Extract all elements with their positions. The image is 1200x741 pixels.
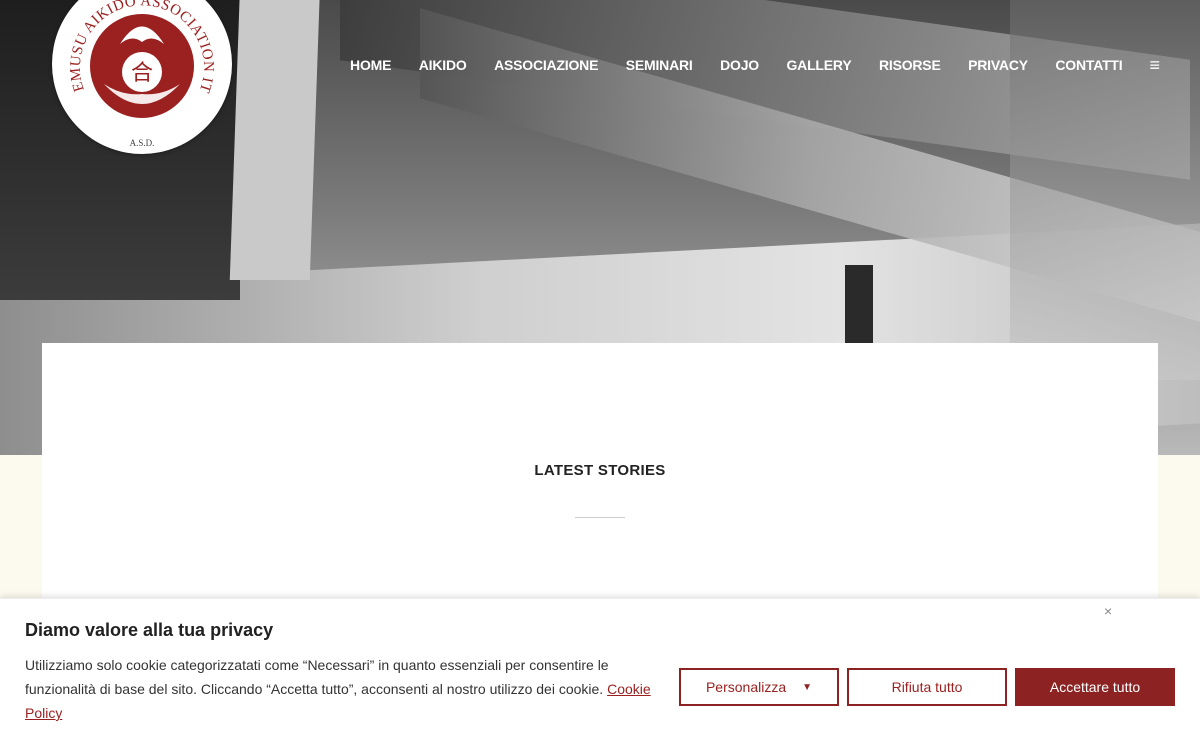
cookie-description: Utilizziamo solo cookie categorizzatati … xyxy=(25,653,665,725)
customize-button-label: Personalizza xyxy=(705,679,787,695)
nav-item-gallery[interactable]: GALLERY xyxy=(786,57,851,73)
main-nav: HOME AIKIDO ASSOCIAZIONE SEMINARI DOJO G… xyxy=(350,55,1200,75)
cookie-consent-banner: × Diamo valore alla tua privacy Utilizzi… xyxy=(0,598,1200,741)
close-icon[interactable]: × xyxy=(1104,603,1112,619)
hamburger-menu-icon[interactable]: ≡ xyxy=(1149,56,1160,74)
accept-all-button[interactable]: Accettare tutto xyxy=(1015,668,1175,706)
caret-down-icon: ▼ xyxy=(802,681,813,693)
nav-item-risorse[interactable]: RISORSE xyxy=(879,57,941,73)
site-logo[interactable]: 合 TAKEMUSU AIKIDO ASSOCIATION ITALY A.S.… xyxy=(52,0,232,154)
logo-emblem-icon: 合 TAKEMUSU AIKIDO ASSOCIATION ITALY A.S.… xyxy=(52,0,228,150)
nav-item-dojo[interactable]: DOJO xyxy=(720,57,759,73)
nav-item-privacy[interactable]: PRIVACY xyxy=(968,57,1028,73)
customize-button[interactable]: Personalizza ▼ xyxy=(679,668,839,706)
cookie-description-text: Utilizziamo solo cookie categorizzatati … xyxy=(25,657,609,697)
svg-text:合: 合 xyxy=(131,61,153,86)
nav-item-aikido[interactable]: AIKIDO xyxy=(419,57,467,73)
svg-text:A.S.D.: A.S.D. xyxy=(130,138,155,148)
reject-all-button[interactable]: Rifiuta tutto xyxy=(847,668,1007,706)
section-title: LATEST STORIES xyxy=(534,462,666,479)
cookie-heading: Diamo valore alla tua privacy xyxy=(25,620,274,640)
title-divider xyxy=(575,517,625,518)
nav-item-seminari[interactable]: SEMINARI xyxy=(626,57,693,73)
nav-item-contatti[interactable]: CONTATTI xyxy=(1055,57,1122,73)
nav-item-home[interactable]: HOME xyxy=(350,57,391,73)
nav-item-associazione[interactable]: ASSOCIAZIONE xyxy=(494,57,598,73)
hero-beam xyxy=(229,0,321,280)
